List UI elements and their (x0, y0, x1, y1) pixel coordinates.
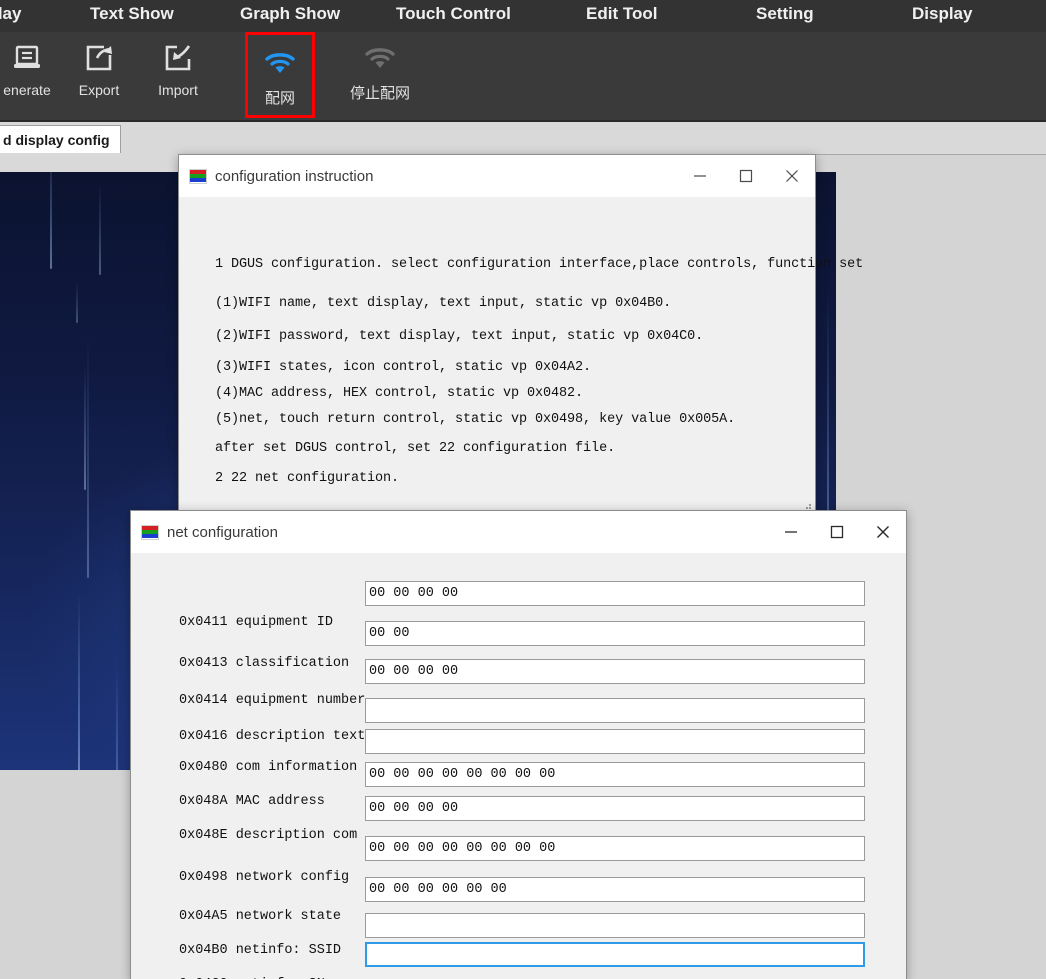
field-input[interactable] (365, 796, 865, 821)
netconfig-window-controls (768, 511, 906, 553)
decorative-streak (50, 172, 52, 269)
menu-item-touch-control[interactable]: Touch Control (396, 4, 511, 24)
field-input[interactable] (365, 877, 865, 902)
netconfig-body: 0x0411 equipment ID0x0413 classification… (131, 553, 906, 979)
toolbar-button-label: Import (158, 82, 198, 98)
toolbar: enerate Export Import 配网 停止配网 (0, 32, 1046, 122)
field-input[interactable] (365, 913, 865, 938)
minimize-icon[interactable] (768, 511, 814, 553)
menu-item-edit-tool[interactable]: Edit Tool (586, 4, 657, 24)
decorative-streak (116, 666, 118, 770)
netconfig-window-title: net configuration (167, 524, 278, 541)
wifi-icon-disabled (364, 36, 396, 80)
close-icon[interactable] (860, 511, 906, 553)
menu-item-graph-show[interactable]: Graph Show (240, 4, 340, 24)
toolbar-button-label: 停止配网 (350, 82, 410, 103)
toolbar-button-label: enerate (3, 82, 50, 98)
toolbar-button-wifi[interactable]: 配网 (245, 32, 315, 118)
field-input[interactable] (365, 729, 865, 754)
tab-label: d display config (3, 132, 110, 148)
toolbar-button-label: 配网 (265, 87, 295, 108)
export-icon (84, 36, 114, 80)
tab-display-config[interactable]: d display config (0, 125, 121, 153)
toolbar-button-wifi[interactable]: 停止配网 (345, 36, 415, 116)
wifi-icon-active (264, 41, 296, 85)
instruction-line: (3)WIFI states, icon control, static vp … (215, 360, 591, 375)
netconfig-title-bar[interactable]: net configuration (131, 511, 906, 553)
net-configuration-window: net configuration 0x0411 equipment ID0x0… (130, 510, 907, 979)
configuration-instruction-window: configuration instruction 2 22 net confi… (178, 154, 816, 513)
maximize-icon[interactable] (814, 511, 860, 553)
field-input[interactable] (365, 698, 865, 723)
app-logo-icon (141, 525, 159, 540)
minimize-icon[interactable] (677, 155, 723, 197)
instruction-line: (4)MAC address, HEX control, static vp 0… (215, 386, 583, 401)
instruction-window-title: configuration instruction (215, 168, 373, 185)
instruction-line: (2)WIFI password, text display, text inp… (215, 329, 703, 344)
instruction-line: 1 DGUS configuration. select configurati… (215, 257, 863, 272)
toolbar-button-import[interactable]: Import (143, 36, 213, 116)
app-root: splay Text Show Graph Show Touch Control Edi… (0, 0, 1046, 979)
instruction-title-bar[interactable]: configuration instruction (179, 155, 815, 197)
generate-icon (12, 36, 42, 80)
instruction-line: after set DGUS control, set 22 configura… (215, 441, 615, 456)
maximize-icon[interactable] (723, 155, 769, 197)
field-input[interactable] (365, 762, 865, 787)
instruction-line: (5)net, touch return control, static vp … (215, 412, 735, 427)
field-input[interactable] (365, 659, 865, 684)
field-input[interactable] (365, 942, 865, 967)
toolbar-button-generate[interactable]: enerate (0, 36, 62, 116)
toolbar-button-label: Export (79, 82, 119, 98)
decorative-streak (87, 335, 89, 578)
import-icon (163, 36, 193, 80)
decorative-streak (84, 367, 86, 490)
menu-item-splay[interactable]: splay (0, 4, 21, 24)
menu-bar: splay Text Show Graph Show Touch Control Edi… (0, 0, 1046, 32)
instruction-line: (1)WIFI name, text display, text input, … (215, 296, 671, 311)
field-input[interactable] (365, 621, 865, 646)
menu-item-text-show[interactable]: Text Show (90, 4, 174, 24)
instruction-window-controls (677, 155, 815, 197)
menu-item-setting[interactable]: Setting (756, 4, 814, 24)
decorative-streak (76, 281, 78, 323)
decorative-streak (99, 182, 101, 276)
menu-item-display[interactable]: Display (912, 4, 972, 24)
tab-strip: d display config (0, 122, 1046, 155)
toolbar-button-export[interactable]: Export (64, 36, 134, 116)
resize-grip[interactable] (802, 500, 812, 510)
instruction-line: 2 22 net configuration. (215, 471, 399, 486)
instruction-body: 2 22 net configuration. after set DGUS co… (179, 197, 815, 512)
field-input[interactable] (365, 836, 865, 861)
app-logo-icon (189, 169, 207, 184)
close-icon[interactable] (769, 155, 815, 197)
decorative-streak (78, 592, 80, 770)
field-input[interactable] (365, 581, 865, 606)
